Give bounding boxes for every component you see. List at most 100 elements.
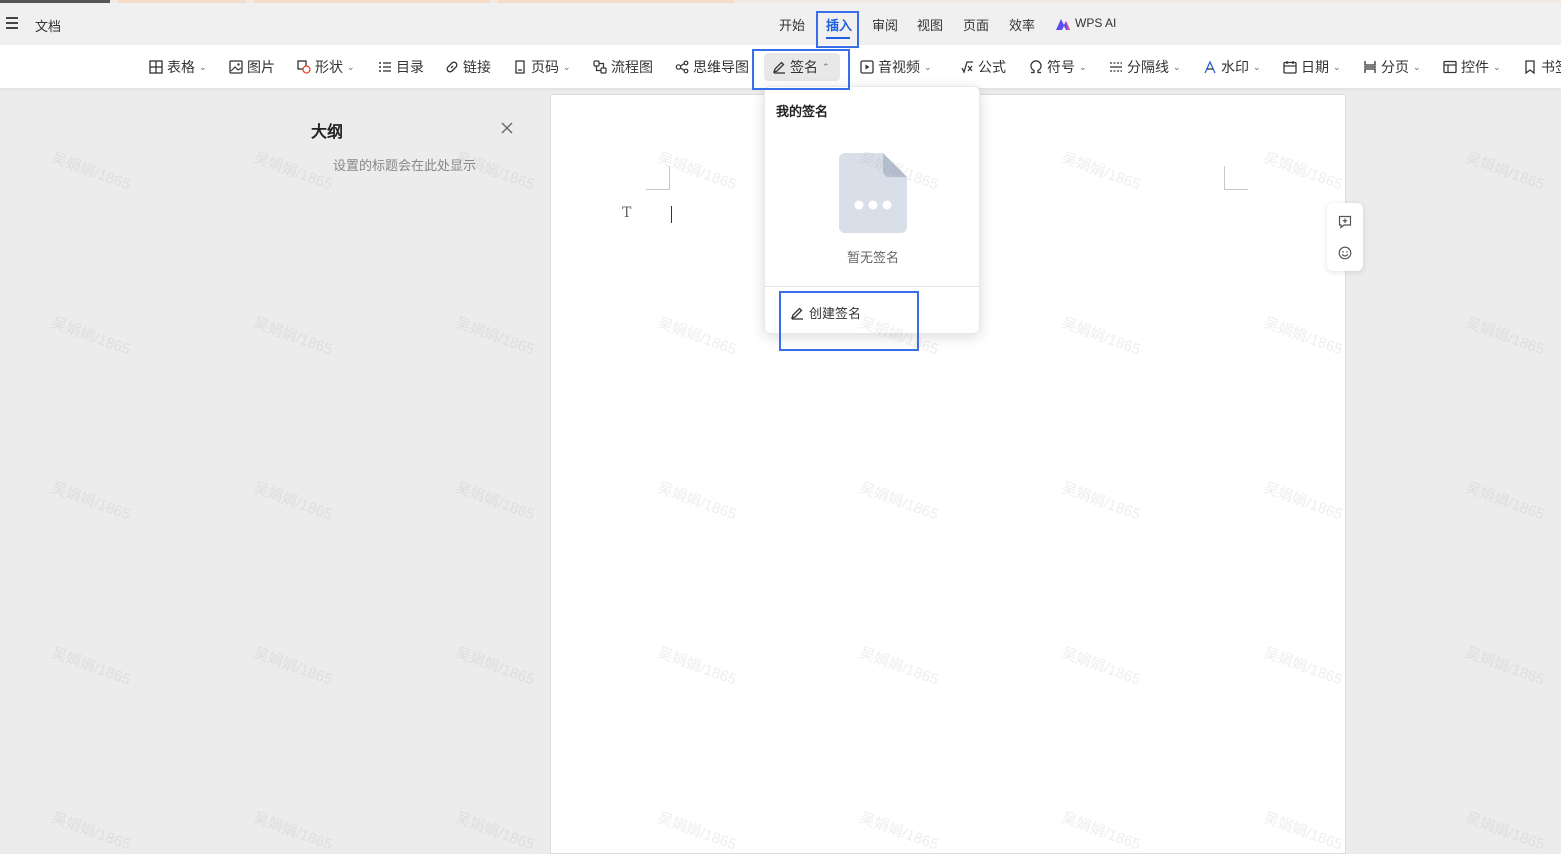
page-number-icon bbox=[515, 60, 525, 74]
watermark-text: 吴娟娟/1865 bbox=[251, 479, 335, 524]
mindmap-icon bbox=[675, 60, 689, 74]
tab-page[interactable]: 页面 bbox=[963, 15, 989, 34]
emoji-icon[interactable] bbox=[1338, 246, 1352, 260]
toolbar-mindmap-button[interactable]: 思维导图 bbox=[675, 57, 749, 77]
chevron-down-icon: ⌄ bbox=[1173, 61, 1181, 72]
close-icon[interactable] bbox=[499, 120, 515, 136]
watermark-text: 吴娟娟/1865 bbox=[49, 644, 133, 689]
toolbar-label: 音视频 bbox=[878, 59, 920, 75]
watermark-text: 吴娟娟/1865 bbox=[1463, 314, 1547, 359]
tab-view[interactable]: 视图 bbox=[917, 15, 943, 34]
toolbar-link-button[interactable]: 链接 bbox=[445, 57, 491, 77]
toolbar-image-button[interactable]: 图片 bbox=[229, 57, 275, 77]
chevron-down-icon: ⌄ bbox=[1333, 61, 1341, 72]
watermark-text: 吴娟娟/1865 bbox=[49, 809, 133, 854]
no-signature-text: 暂无签名 bbox=[846, 250, 899, 265]
toolbar-label: 书签 bbox=[1541, 59, 1561, 75]
my-signature-heading: 我的签名 bbox=[776, 104, 829, 119]
menu-bar: 文档 开始 插入 审阅 视图 页面 效率 WPS AI bbox=[0, 3, 1561, 45]
tab-start[interactable]: 开始 bbox=[779, 15, 805, 34]
chevron-down-icon: ⌄ bbox=[1079, 61, 1087, 72]
toolbar-label: 符号 bbox=[1047, 59, 1075, 75]
watermark-text: 吴娟娟/1865 bbox=[251, 314, 335, 359]
watermark-text: 吴娟娟/1865 bbox=[251, 809, 335, 854]
watermark-text: 吴娟娟/1865 bbox=[453, 314, 537, 359]
toolbar-label: 页码 bbox=[531, 59, 559, 75]
toolbar-divider-button[interactable]: 分隔线 ⌄ bbox=[1109, 57, 1181, 77]
outline-pane-title: 大纲 bbox=[311, 124, 344, 141]
add-comment-icon[interactable] bbox=[1338, 215, 1352, 229]
toolbar-label: 形状 bbox=[315, 59, 343, 75]
wps-ai-logo-icon bbox=[1056, 19, 1070, 30]
media-icon bbox=[860, 60, 874, 74]
flowchart-icon bbox=[593, 60, 607, 74]
chevron-down-icon: ⌄ bbox=[347, 61, 355, 72]
watermark-text: 吴娟娟/1865 bbox=[49, 314, 133, 359]
toolbar-label: 日期 bbox=[1301, 59, 1329, 75]
watermark-text: 吴娟娟/1865 bbox=[49, 149, 133, 194]
chevron-down-icon: ⌄ bbox=[1413, 61, 1421, 72]
watermark-text: 吴娟娟/1865 bbox=[251, 149, 335, 194]
chevron-down-icon: ⌄ bbox=[1493, 61, 1501, 72]
image-icon bbox=[229, 60, 243, 74]
toolbar-toc-button[interactable]: 目录 bbox=[378, 57, 424, 77]
toolbar-table-button[interactable]: 表格 ⌄ bbox=[149, 57, 207, 77]
toolbar-label: 流程图 bbox=[611, 59, 653, 75]
toolbar-label: 分隔线 bbox=[1127, 59, 1169, 75]
menu-divider bbox=[765, 286, 979, 287]
watermark-icon bbox=[1204, 60, 1216, 74]
watermark-text: 吴娟娟/1865 bbox=[453, 809, 537, 854]
page-break-icon bbox=[1364, 61, 1376, 73]
text-style-handle-icon[interactable]: T bbox=[622, 205, 631, 221]
floating-action-bar bbox=[1327, 203, 1363, 271]
toolbar-watermark-button[interactable]: 水印 ⌄ bbox=[1203, 57, 1261, 77]
toolbar-media-button[interactable]: 音视频 ⌄ bbox=[860, 57, 932, 77]
tab-wps-ai[interactable]: WPS AI bbox=[1075, 16, 1116, 30]
toolbar-label: 图片 bbox=[247, 59, 275, 75]
page-margin-corner-icon bbox=[646, 166, 670, 190]
shape-icon bbox=[297, 60, 311, 74]
list-icon bbox=[379, 62, 391, 72]
empty-file-icon bbox=[839, 153, 907, 233]
toolbar-formula-button[interactable]: 公式 bbox=[960, 57, 1006, 77]
document-menu-label[interactable]: 文档 bbox=[35, 16, 61, 35]
toolbar-label: 表格 bbox=[167, 59, 195, 75]
toolbar-label: 链接 bbox=[463, 59, 491, 75]
watermark-text: 吴娟娟/1865 bbox=[453, 644, 537, 689]
toolbar-symbol-button[interactable]: 符号 ⌄ bbox=[1029, 57, 1087, 77]
link-icon bbox=[446, 61, 458, 73]
toolbar-date-button[interactable]: 日期 ⌄ bbox=[1283, 57, 1341, 77]
toolbar-label: 分页 bbox=[1381, 59, 1409, 75]
chevron-down-icon: ⌄ bbox=[1253, 61, 1261, 72]
toolbar-shape-button[interactable]: 形状 ⌄ bbox=[297, 57, 355, 77]
highlight-box-signature-button bbox=[752, 49, 850, 90]
watermark-text: 吴娟娟/1865 bbox=[1463, 149, 1547, 194]
omega-icon bbox=[1030, 60, 1042, 74]
watermark-text: 吴娟娟/1865 bbox=[251, 644, 335, 689]
divider-icon bbox=[1110, 62, 1122, 72]
watermark-text: 吴娟娟/1865 bbox=[453, 479, 537, 524]
toolbar-bookmark-button[interactable]: 书签 bbox=[1523, 57, 1561, 77]
tab-efficiency[interactable]: 效率 bbox=[1009, 15, 1035, 34]
toolbar-label: 思维导图 bbox=[693, 59, 749, 75]
toolbar-label: 控件 bbox=[1461, 59, 1489, 75]
chevron-down-icon: ⌄ bbox=[924, 61, 932, 72]
toolbar-label: 公式 bbox=[978, 59, 1006, 75]
toolbar-label: 水印 bbox=[1221, 59, 1249, 75]
page-margin-corner-icon bbox=[1224, 166, 1248, 190]
toolbar-page-number-button[interactable]: 页码 ⌄ bbox=[513, 57, 571, 77]
chevron-down-icon: ⌄ bbox=[199, 61, 207, 72]
toolbar-flowchart-button[interactable]: 流程图 bbox=[593, 57, 653, 77]
watermark-text: 吴娟娟/1865 bbox=[1463, 479, 1547, 524]
tab-review[interactable]: 审阅 bbox=[872, 15, 898, 34]
table-icon bbox=[149, 60, 163, 74]
toolbar-control-button[interactable]: 控件 ⌄ bbox=[1443, 57, 1501, 77]
toolbar-label: 目录 bbox=[396, 59, 424, 75]
watermark-text: 吴娟娟/1865 bbox=[1463, 644, 1547, 689]
highlight-box-create-signature bbox=[779, 291, 919, 351]
bookmark-icon bbox=[1525, 60, 1535, 74]
watermark-text: 吴娟娟/1865 bbox=[1463, 809, 1547, 854]
toolbar-page-break-button[interactable]: 分页 ⌄ bbox=[1363, 57, 1421, 77]
calendar-icon bbox=[1283, 61, 1297, 74]
hamburger-menu-icon[interactable] bbox=[6, 17, 18, 29]
